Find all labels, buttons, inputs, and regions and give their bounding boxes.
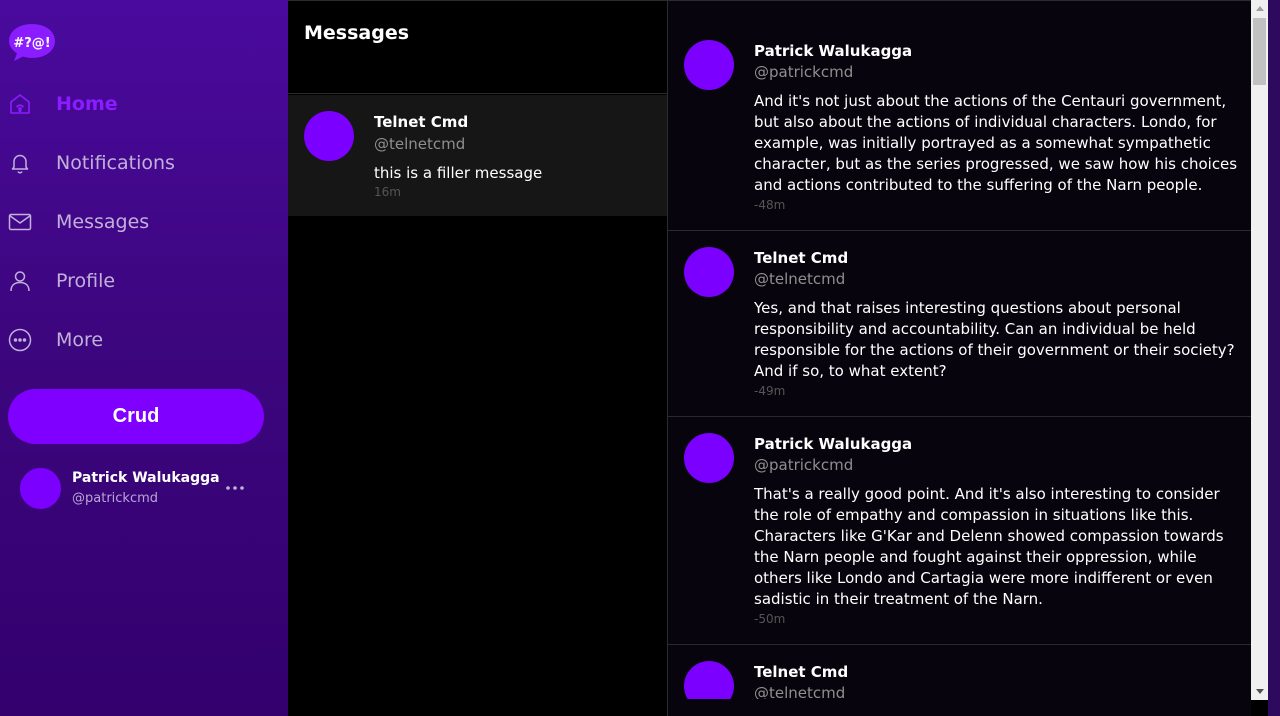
message-item: Telnet Cmd @telnetcmd Yes, and that rais… [668,231,1251,417]
avatar [684,247,734,297]
message-author: Telnet Cmd [754,249,849,267]
sidebar: #?@! Home Notifications Messages Profile… [0,0,288,716]
user-icon [8,269,32,293]
message-text: That's a really good point. And it's als… [754,485,1224,608]
mail-icon [8,210,32,234]
conversation-preview: this is a filler message [374,164,543,182]
thread-bottom-mask [668,699,1251,716]
avatar [684,433,734,483]
more-horizontal-icon[interactable] [224,478,246,498]
message-handle: @patrickcmd [754,63,854,81]
bell-icon [8,151,32,175]
home-icon [8,92,32,116]
message-author: Patrick Walukagga [754,435,913,453]
scroll-down-icon[interactable] [1251,683,1268,700]
message-time: -50m [754,612,786,626]
avatar [304,111,354,161]
app-logo[interactable]: #?@! [8,22,56,62]
conversation-name: Telnet Cmd [374,113,469,131]
crud-button[interactable]: Crud [8,389,264,444]
conversation-handle: @telnetcmd [374,135,466,153]
message-text: And it's not just about the actions of t… [754,92,1238,194]
messages-header: Messages [288,1,667,94]
account-name: Patrick Walukagga [72,470,220,486]
scrollbar-thumb[interactable] [1253,18,1266,85]
nav-item-messages[interactable]: Messages [0,192,288,251]
nav-label-more: More [56,328,104,351]
nav-label-profile: Profile [56,269,116,292]
message-time: -48m [754,198,786,212]
message-thread[interactable]: Patrick Walukagga @patrickcmd And it's n… [668,0,1251,716]
account-switcher[interactable]: Patrick Walukagga @patrickcmd [20,468,280,510]
message-time: -49m [754,384,786,398]
messages-panel: Messages Telnet Cmd @telnetcmd this is a… [288,0,668,716]
main-nav: Home Notifications Messages Profile More [0,74,288,369]
more-circle-icon [8,328,32,352]
nav-label-home: Home [56,92,118,115]
nav-item-more[interactable]: More [0,310,288,369]
window-edge [1268,0,1280,716]
nav-label-messages: Messages [56,210,150,233]
account-handle: @patrickcmd [72,491,159,506]
message-author: Patrick Walukagga [754,42,913,60]
avatar [684,40,734,90]
nav-item-profile[interactable]: Profile [0,251,288,310]
scrollbar[interactable] [1251,0,1268,700]
message-text: Yes, and that raises interesting questio… [754,299,1235,380]
message-item: Patrick Walukagga @patrickcmd That's a r… [668,417,1251,645]
scroll-up-icon[interactable] [1251,0,1268,17]
conversation-time: 16m [374,185,401,199]
logo-text: #?@! [13,36,50,51]
page-title: Messages [304,22,410,44]
conversation-item[interactable]: Telnet Cmd @telnetcmd this is a filler m… [288,95,667,216]
message-handle: @patrickcmd [754,456,854,474]
nav-label-notifications: Notifications [56,151,175,174]
nav-item-home[interactable]: Home [0,74,288,133]
message-item: Patrick Walukagga @patrickcmd And it's n… [668,1,1251,231]
message-author: Telnet Cmd [754,663,849,681]
message-handle: @telnetcmd [754,270,846,288]
avatar [20,468,61,509]
nav-item-notifications[interactable]: Notifications [0,133,288,192]
